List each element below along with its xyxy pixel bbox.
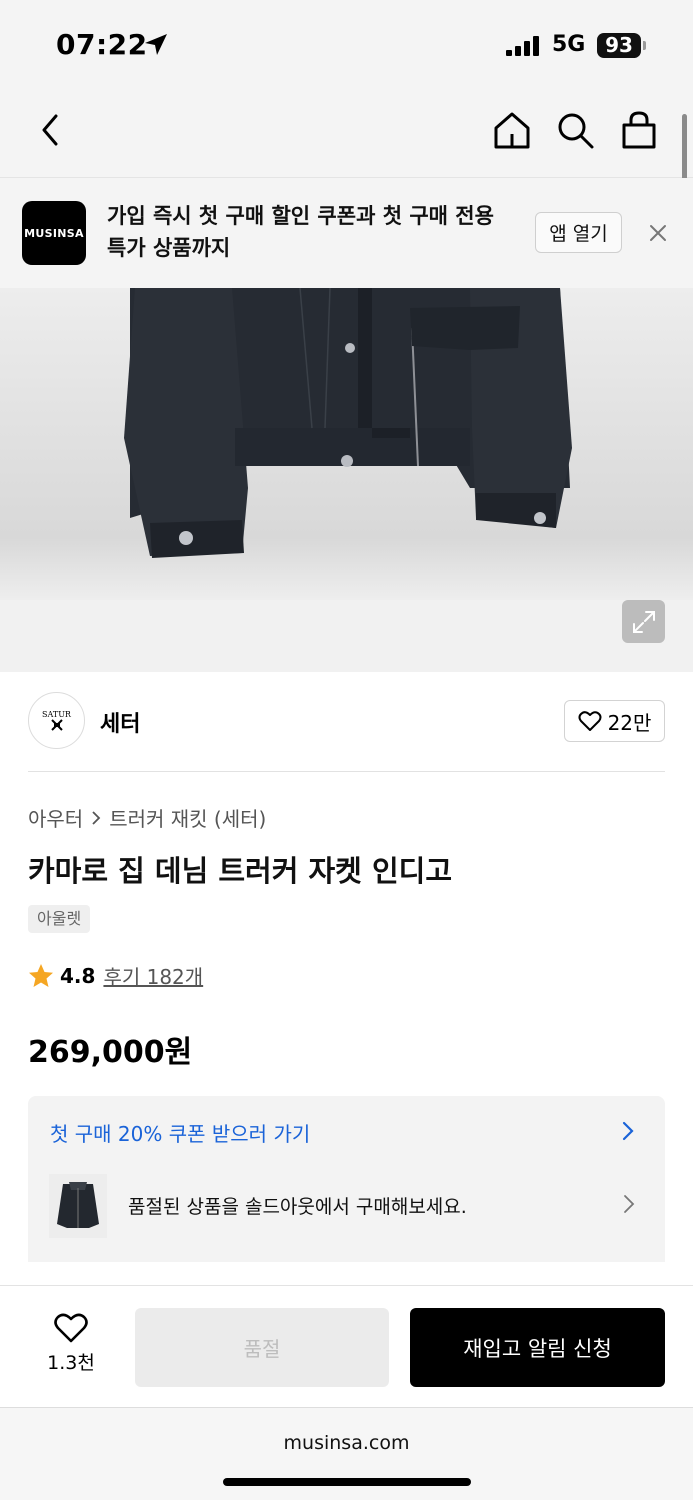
- first-purchase-coupon-link[interactable]: 첫 구매 20% 쿠폰 받으러 가기: [50, 1118, 310, 1147]
- bottom-action-bar: 1.3천 품절 재입고 알림 신청: [0, 1285, 693, 1407]
- url-text[interactable]: musinsa.com: [0, 1432, 693, 1454]
- browser-url-bar[interactable]: musinsa.com: [0, 1407, 693, 1500]
- home-icon: [494, 112, 530, 149]
- brand-like-button[interactable]: 22만: [564, 700, 665, 742]
- expand-image-button[interactable]: [622, 600, 665, 643]
- denim-jacket-photo: [0, 288, 693, 672]
- star-icon: [29, 963, 53, 987]
- brand-name[interactable]: 세터: [100, 706, 140, 738]
- jacket-thumbnail-image: [57, 1182, 99, 1228]
- outlet-tag: 아울렛: [28, 905, 91, 933]
- soldout-product-thumbnail[interactable]: [49, 1174, 107, 1238]
- product-image[interactable]: [0, 288, 693, 672]
- close-icon[interactable]: [645, 220, 671, 246]
- chevron-right-icon[interactable]: [621, 1120, 635, 1142]
- heart-icon: [578, 711, 602, 731]
- network-type: 5G: [552, 32, 586, 57]
- brand-logo-text: SATUR: [42, 710, 71, 719]
- brand-row: SATUR 세터 22만: [28, 692, 665, 772]
- open-app-button[interactable]: 앱 열기: [535, 212, 622, 253]
- battery-icon: 93: [597, 33, 641, 58]
- breadcrumb-subcategory[interactable]: 트러커 재킷 (세터): [109, 803, 266, 832]
- review-link[interactable]: 후기 182개: [103, 961, 203, 990]
- promo-divider: [28, 1262, 665, 1271]
- banner-message: 가입 즉시 첫 구매 할인 쿠폰과 첫 구매 전용 특가 상품까지: [107, 204, 494, 260]
- heart-icon: [54, 1313, 88, 1343]
- app-download-banner: MUSINSA 가입 즉시 첫 구매 할인 쿠폰과 첫 구매 전용 특가 상품까…: [0, 178, 693, 288]
- battery-tip: [643, 41, 646, 50]
- product-title: 카마로 집 데님 트러커 자켓 인디고: [28, 854, 453, 888]
- brand-logo[interactable]: SATUR: [28, 692, 85, 749]
- expand-icon: [632, 610, 655, 633]
- breadcrumb-category[interactable]: 아우터: [28, 803, 83, 832]
- soldout-button: 품절: [135, 1308, 389, 1387]
- home-indicator[interactable]: [223, 1478, 471, 1486]
- product-price: 269,000원: [28, 1035, 193, 1070]
- chevron-right-icon[interactable]: [623, 1194, 635, 1214]
- rating-value: 4.8: [60, 963, 96, 988]
- chevron-right-icon: [92, 810, 101, 825]
- status-time: 07:22: [56, 28, 148, 61]
- home-button[interactable]: [490, 108, 534, 152]
- wishlist-button[interactable]: 1.3천: [30, 1312, 112, 1382]
- restock-alert-button[interactable]: 재입고 알림 신청: [410, 1308, 665, 1387]
- cart-button[interactable]: [617, 108, 661, 152]
- brand-like-count: 22만: [607, 710, 652, 735]
- promo-card: 첫 구매 20% 쿠폰 받으러 가기 품절된 상품을 솔드아웃에서 구매해보세요…: [28, 1096, 665, 1271]
- rating-row: 4.8 후기 182개: [28, 961, 203, 990]
- back-button[interactable]: [28, 108, 72, 152]
- cellular-signal-icon: [506, 36, 539, 56]
- chevron-left-icon: [42, 114, 58, 146]
- musinsa-app-logo: MUSINSA: [22, 201, 86, 265]
- search-button[interactable]: [553, 108, 597, 152]
- wishlist-count: 1.3천: [47, 1352, 95, 1374]
- shopping-bag-icon: [622, 111, 656, 149]
- soldout-market-text[interactable]: 품절된 상품을 솔드아웃에서 구매해보세요.: [128, 1192, 467, 1219]
- nav-bar: [0, 90, 693, 178]
- breadcrumb: 아우터 트러커 재킷 (세터): [28, 803, 266, 832]
- search-icon: [558, 113, 594, 149]
- brand-emblem-icon: [50, 719, 63, 731]
- status-bar: 07:22 5G 93: [0, 0, 693, 90]
- location-arrow-icon: [145, 34, 167, 55]
